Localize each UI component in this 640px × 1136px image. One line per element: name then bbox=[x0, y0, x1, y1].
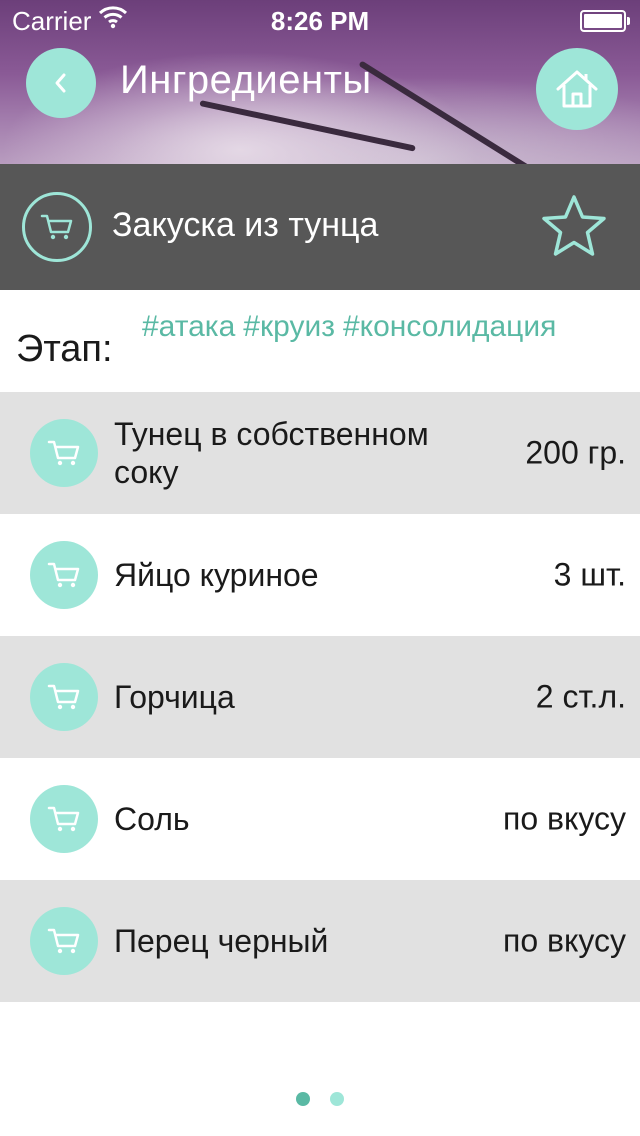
page-indicator bbox=[0, 1092, 640, 1106]
ingredient-name: Горчица bbox=[114, 679, 235, 715]
ingredient-quantity: 3 шт. bbox=[553, 556, 626, 593]
cart-icon bbox=[47, 562, 80, 588]
cart-icon bbox=[40, 214, 73, 240]
ingredient-name: Соль bbox=[114, 801, 190, 837]
cart-button[interactable] bbox=[30, 907, 98, 975]
favorite-button[interactable] bbox=[540, 192, 608, 260]
stage-tags: #атака #круиз #консолидация bbox=[142, 310, 564, 344]
home-button[interactable] bbox=[536, 48, 618, 130]
cart-button[interactable] bbox=[30, 419, 98, 487]
recipe-title: Закуска из тунца bbox=[112, 206, 379, 244]
list-item[interactable]: Перец черный по вкусу bbox=[0, 880, 640, 1002]
page-title: Ингредиенты bbox=[120, 58, 372, 102]
cart-button[interactable] bbox=[30, 663, 98, 731]
cart-icon bbox=[47, 440, 80, 466]
list-item[interactable]: Горчица 2 ст.л. bbox=[0, 636, 640, 758]
ingredient-quantity: 200 гр. bbox=[525, 434, 626, 471]
back-button[interactable] bbox=[26, 48, 96, 118]
ingredient-quantity: по вкусу bbox=[502, 800, 626, 837]
recipe-bar: Закуска из тунца bbox=[0, 164, 640, 290]
star-icon bbox=[542, 195, 606, 256]
tag-cruise[interactable]: #круиз bbox=[243, 310, 335, 343]
add-to-cart-button[interactable] bbox=[22, 192, 92, 262]
cart-icon bbox=[47, 806, 80, 832]
ingredient-name: Перец черный bbox=[114, 923, 329, 959]
home-icon bbox=[556, 70, 598, 108]
background-knife-decoration bbox=[199, 100, 416, 152]
list-item[interactable]: Соль по вкусу bbox=[0, 758, 640, 880]
tag-attack[interactable]: #атака bbox=[142, 310, 235, 343]
tag-consolidation[interactable]: #консолидация bbox=[343, 310, 556, 343]
chevron-left-icon bbox=[55, 73, 66, 93]
page-dot-2[interactable] bbox=[330, 1092, 345, 1106]
list-item[interactable]: Яйцо куриное 3 шт. bbox=[0, 514, 640, 636]
list-item[interactable]: Тунец в собственном соку 200 гр. bbox=[0, 392, 640, 514]
header: Carrier 8:26 PM Ингредиенты bbox=[0, 0, 640, 164]
ingredient-list: Тунец в собственном соку 200 гр. Яйцо ку… bbox=[0, 392, 640, 1002]
page-dot-1[interactable] bbox=[295, 1092, 310, 1106]
ingredient-name: Яйцо куриное bbox=[114, 557, 319, 593]
ingredient-name: Тунец в собственном соку bbox=[114, 416, 429, 490]
stage-section: Этап: #атака #круиз #консолидация bbox=[0, 290, 640, 392]
stage-label: Этап: bbox=[16, 328, 113, 370]
cart-button[interactable] bbox=[30, 541, 98, 609]
cart-button[interactable] bbox=[30, 785, 98, 853]
battery-icon bbox=[580, 10, 630, 32]
clock: 8:26 PM bbox=[270, 6, 370, 36]
ingredient-quantity: 2 ст.л. bbox=[535, 678, 626, 715]
cart-icon bbox=[47, 928, 80, 954]
cart-icon bbox=[47, 684, 80, 710]
ingredient-quantity: по вкусу bbox=[502, 922, 626, 959]
status-bar: Carrier 8:26 PM bbox=[0, 0, 640, 40]
